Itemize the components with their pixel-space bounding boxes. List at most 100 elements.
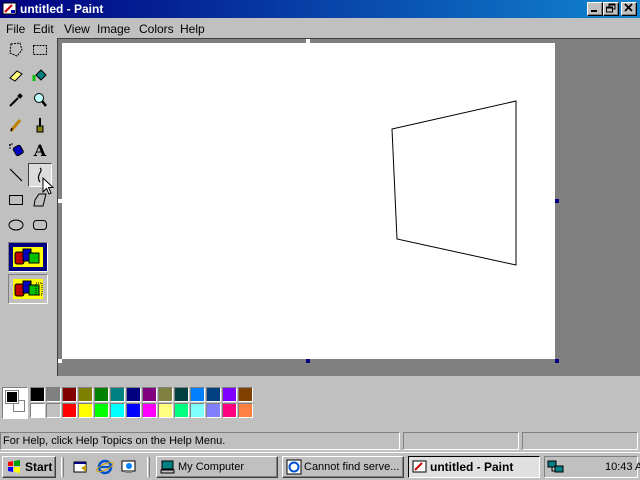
palette-swatch[interactable] (110, 387, 125, 402)
task-label: untitled - Paint (430, 460, 514, 474)
tool-brush[interactable] (28, 113, 52, 137)
palette-swatch[interactable] (126, 403, 141, 418)
internet-explorer-icon (286, 459, 302, 475)
palette-swatch[interactable] (142, 403, 157, 418)
start-label: Start (25, 460, 53, 474)
palette-swatch[interactable] (30, 387, 45, 402)
network-icon[interactable] (547, 459, 565, 475)
mouse-cursor-icon (42, 177, 55, 195)
resize-handle-left (58, 199, 62, 203)
pencil-icon (9, 119, 22, 132)
tool-fill-with-color[interactable] (28, 63, 52, 87)
eyedropper-icon (9, 93, 23, 107)
palette-swatch[interactable] (190, 387, 205, 402)
internet-explorer-icon[interactable] (96, 459, 114, 475)
palette-swatch[interactable] (78, 387, 93, 402)
close-icon (624, 3, 633, 12)
paint-icon (412, 460, 427, 473)
tool-pencil[interactable] (4, 113, 28, 137)
menu-view[interactable]: View (61, 21, 93, 37)
palette-swatch[interactable] (94, 403, 109, 418)
transparent-background-icon (13, 279, 43, 299)
menu-edit[interactable]: Edit (30, 21, 57, 37)
windows-logo-icon (8, 460, 20, 473)
palette-swatch[interactable] (174, 403, 189, 418)
menu-file[interactable]: File (3, 21, 28, 37)
resize-handle-bottom-left (58, 359, 62, 363)
task-internet-explorer[interactable]: Cannot find serve... (282, 456, 404, 478)
drawing-canvas[interactable] (42, 43, 555, 359)
tool-rectangle[interactable] (4, 188, 28, 212)
toolbox: A (0, 38, 56, 376)
foreground-color (5, 390, 19, 404)
system-tray: 10:43 AM (544, 456, 640, 478)
palette-swatch[interactable] (238, 387, 253, 402)
airbrush-icon (9, 143, 24, 157)
free-form-select-icon (9, 42, 23, 57)
palette-swatch[interactable] (206, 387, 221, 402)
palette-swatch[interactable] (238, 403, 253, 418)
tool-magnifier[interactable] (28, 88, 52, 112)
taskbar-grip-2[interactable] (147, 457, 150, 477)
status-coordinates (403, 432, 519, 450)
channels-icon[interactable] (120, 459, 138, 475)
task-label: My Computer (178, 461, 245, 473)
resize-handle-right[interactable] (555, 199, 559, 203)
palette-swatch[interactable] (62, 387, 77, 402)
resize-handle-corner[interactable] (555, 359, 559, 363)
color-box (0, 378, 640, 428)
current-colors[interactable] (2, 387, 28, 419)
restore-button[interactable] (603, 2, 619, 16)
rounded-rectangle-icon (33, 220, 47, 230)
menu-colors[interactable]: Colors (136, 21, 177, 37)
palette-swatch[interactable] (110, 403, 125, 418)
status-bar: For Help, click Help Topics on the Help … (0, 431, 640, 451)
close-button[interactable] (621, 2, 637, 16)
palette-swatch[interactable] (78, 403, 93, 418)
text-icon: A (33, 140, 47, 160)
palette-swatch[interactable] (174, 387, 189, 402)
show-desktop-icon[interactable] (72, 459, 90, 475)
palette-swatch[interactable] (94, 387, 109, 402)
palette-swatch[interactable] (126, 387, 141, 402)
my-computer-icon (160, 460, 175, 474)
palette-swatch[interactable] (206, 403, 221, 418)
task-paint[interactable]: untitled - Paint (408, 456, 540, 478)
background-option-opaque[interactable] (8, 242, 48, 272)
tool-line[interactable] (4, 163, 28, 187)
window-title: untitled - Paint (20, 2, 104, 16)
palette-swatch[interactable] (190, 403, 205, 418)
palette-swatch[interactable] (62, 403, 77, 418)
canvas-workspace (42, 38, 640, 376)
menu-image[interactable]: Image (94, 21, 133, 37)
palette-swatch[interactable] (30, 403, 45, 418)
drawn-quadrilateral (391, 100, 517, 266)
palette-swatch[interactable] (222, 403, 237, 418)
palette-swatch[interactable] (222, 387, 237, 402)
palette-swatch[interactable] (142, 387, 157, 402)
palette-swatch[interactable] (46, 387, 61, 402)
tool-free-form-select[interactable] (4, 38, 28, 62)
rectangle-icon (9, 195, 23, 205)
task-my-computer[interactable]: My Computer (156, 456, 278, 478)
tool-rounded-rectangle[interactable] (28, 213, 52, 237)
palette-swatch[interactable] (158, 387, 173, 402)
brush-icon (36, 118, 44, 133)
background-option-transparent[interactable] (8, 274, 48, 304)
tool-airbrush[interactable] (4, 138, 28, 162)
tool-ellipse[interactable] (4, 213, 28, 237)
tool-eraser[interactable] (4, 63, 28, 87)
minimize-button[interactable] (587, 2, 603, 16)
menu-help[interactable]: Help (177, 21, 208, 37)
tool-text[interactable]: A (28, 138, 52, 162)
clock[interactable]: 10:43 AM (605, 457, 640, 477)
title-bar[interactable]: untitled - Paint (0, 0, 640, 18)
resize-handle-bottom[interactable] (306, 359, 310, 363)
palette-swatch[interactable] (158, 403, 173, 418)
tool-select[interactable] (28, 38, 52, 62)
tool-pick-color[interactable] (4, 88, 28, 112)
palette-swatch[interactable] (46, 403, 61, 418)
paint-app-icon[interactable] (2, 1, 18, 17)
start-button[interactable]: Start (2, 456, 56, 478)
taskbar-grip[interactable] (61, 457, 64, 477)
